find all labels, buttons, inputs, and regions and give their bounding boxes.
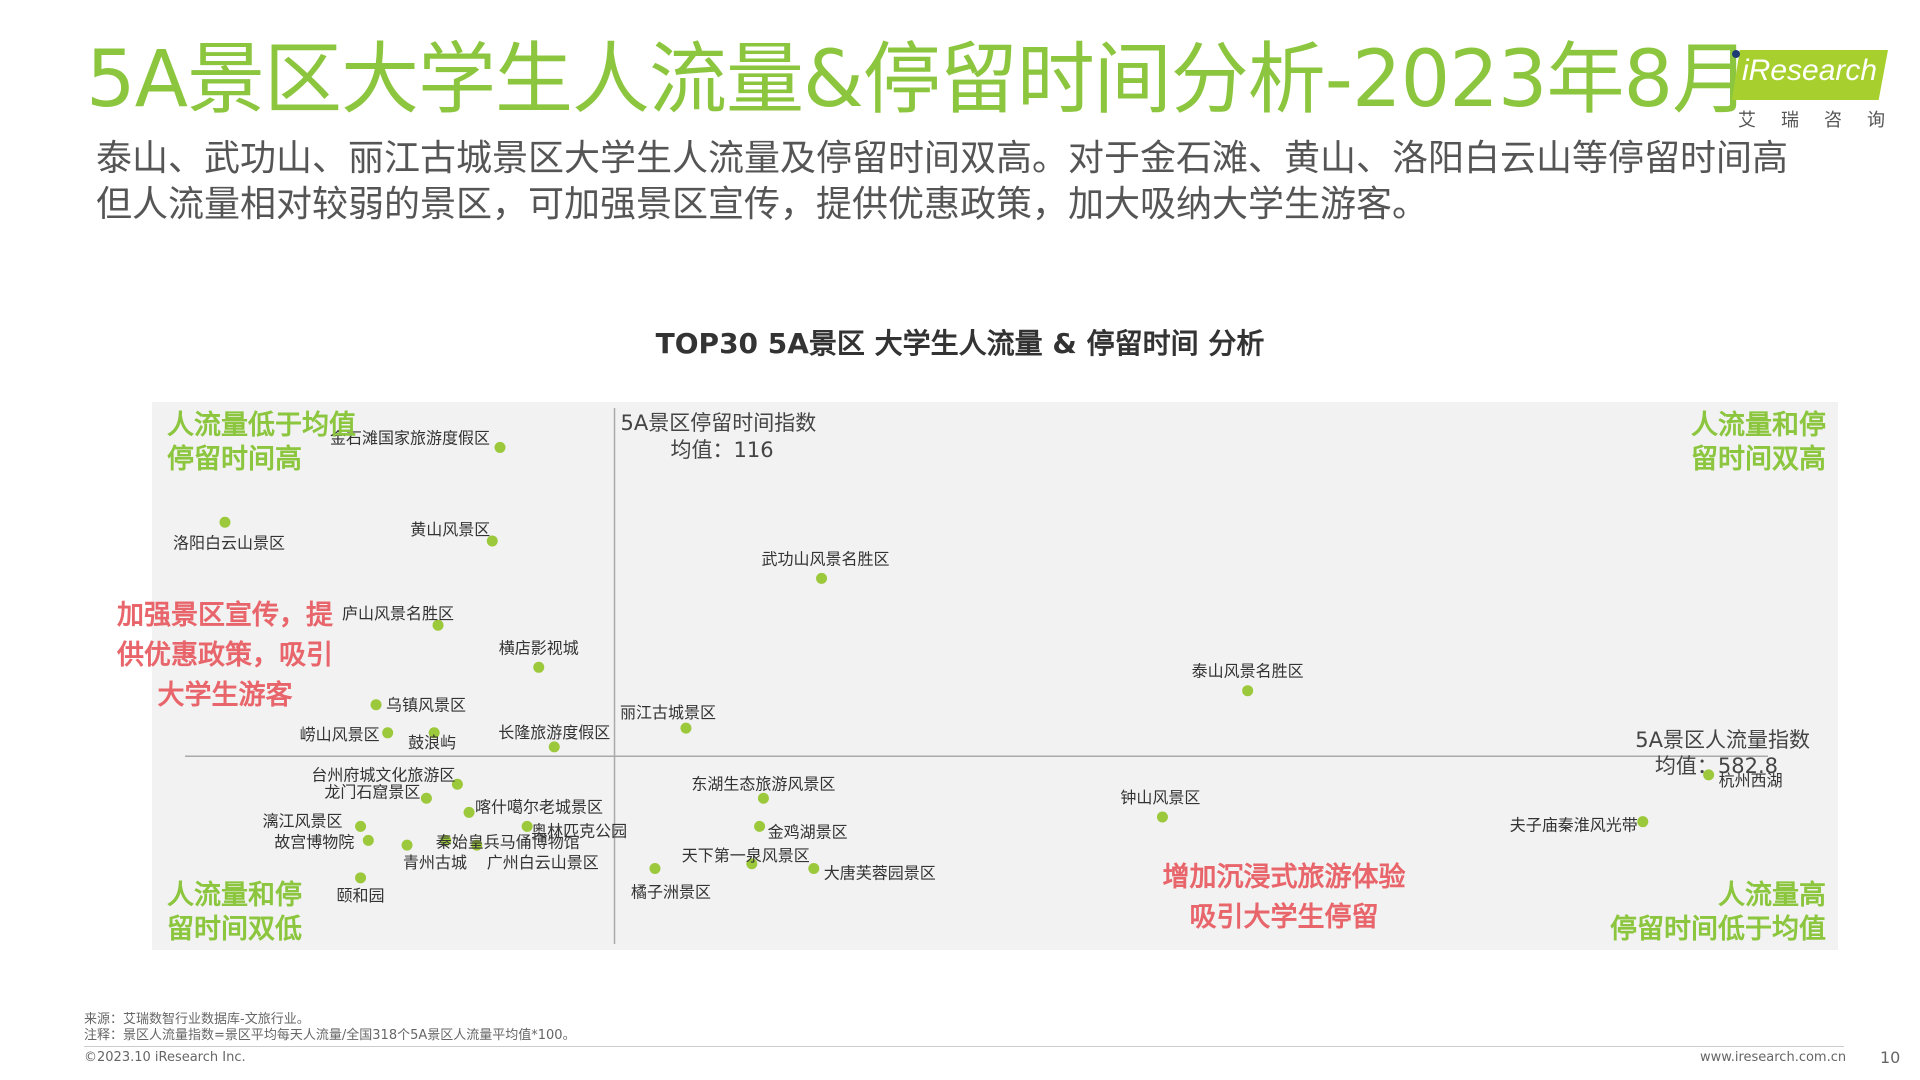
point-label: 广州白云山景区 [487,853,599,872]
quadrant-label-top-right: 留时间双高 [1691,443,1826,475]
x-axis-title: 5A景区人流量指数 [1635,728,1810,752]
point-label: 橘子洲景区 [631,882,711,901]
data-point [754,820,766,832]
point-label: 东湖生态旅游风景区 [691,774,835,793]
data-point [1242,685,1254,697]
point-label: 黄山风景区 [410,520,490,539]
y-axis-title: 5A景区停留时间指数 [621,411,817,435]
quadrant-label-bottom-left: 留时间双低 [167,914,302,945]
data-point [494,441,506,453]
quadrant-label-bottom-right: 停留时间低于均值 [1610,913,1826,945]
callout-immersive: 增加沉浸式旅游体验 [1163,861,1406,893]
point-label: 颐和园 [337,886,385,905]
point-label: 鼓浪屿 [408,733,456,752]
data-point [1156,811,1168,823]
point-label: 崂山风景区 [300,725,380,744]
data-point [463,806,475,818]
formula-note: 注释：景区人流量指数=景区平均每天人流量/全国318个5A景区人流量平均值*10… [84,1028,576,1043]
point-label: 武功山风景名胜区 [762,549,890,568]
scatter-chart: 5A景区停留时间指数均值：1165A景区人流量指数均值：582.8金石滩国家旅游… [116,402,1838,950]
point-label: 天下第一泉风景区 [682,846,810,865]
point-label: 漓江风景区 [263,811,343,830]
point-label: 杭州西湖 [1719,771,1783,790]
point-label: 钟山风景区 [1120,788,1200,807]
point-label: 龙门石窟景区 [324,782,420,801]
quadrant-label-bottom-right: 人流量高 [1718,879,1826,911]
data-point [355,820,367,832]
point-label: 丽江古城景区 [620,703,716,722]
data-point [816,572,828,584]
point-label: 乌镇风景区 [386,696,466,715]
callout-promote: 供优惠政策，吸引 [116,639,333,671]
data-point [680,722,692,734]
point-label: 洛阳白云山景区 [173,533,285,552]
data-point [401,839,413,851]
data-point [362,834,374,846]
point-label: 秦始皇兵马俑博物馆 [436,832,580,851]
quadrant-label-bottom-left: 人流量和停 [167,879,302,911]
data-point [219,516,231,528]
point-label: 青州古城 [403,853,467,872]
callout-promote: 加强景区宣传，提 [117,599,334,631]
quadrant-label-top-left: 人流量低于均值 [167,410,356,441]
point-label: 故宫博物院 [274,832,354,851]
callout-promote: 大学生游客 [158,679,294,711]
point-label: 喀什噶尔老城景区 [475,797,603,816]
data-point [808,862,820,874]
data-point [370,699,382,711]
data-point [382,727,394,739]
data-point [420,792,432,804]
data-point [355,872,367,884]
data-point [1637,816,1649,828]
data-point [649,862,661,874]
copyright: ©2023.10 iResearch Inc. [84,1050,246,1065]
point-label: 夫子庙秦淮风光带 [1510,816,1638,835]
point-label: 庐山风景名胜区 [342,604,454,623]
data-point [548,741,560,753]
point-label: 泰山风景名胜区 [1192,662,1304,681]
point-label: 大唐芙蓉园景区 [824,863,936,882]
callout-immersive: 吸引大学生停留 [1190,901,1379,933]
website-link[interactable]: www.iresearch.com.cn [1700,1050,1846,1065]
y-mean-label: 均值：116 [671,438,774,462]
data-point [533,661,545,673]
quadrant-label-top-left: 停留时间高 [167,443,302,475]
point-label: 横店影视城 [499,638,579,657]
point-label: 金鸡湖景区 [768,822,848,841]
page-number: 10 [1880,1048,1901,1067]
data-point [757,792,769,804]
point-label: 长隆旅游度假区 [498,723,610,742]
footer-divider [84,1046,1844,1047]
quadrant-label-top-right: 人流量和停 [1691,409,1826,441]
